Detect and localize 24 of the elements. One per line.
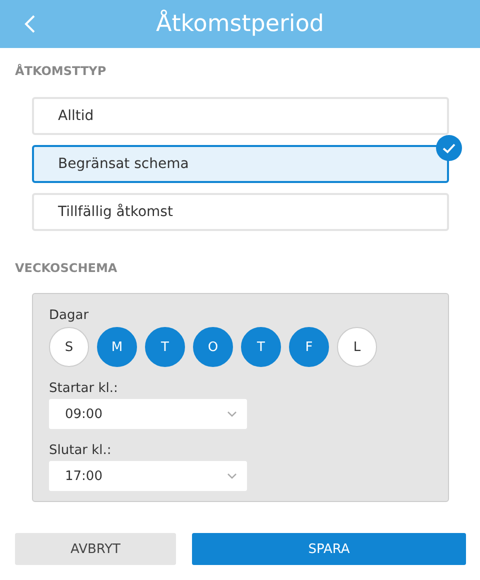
day-toggle[interactable]: T (241, 327, 281, 367)
day-toggle[interactable]: O (193, 327, 233, 367)
cancel-button[interactable]: AVBRYT (15, 533, 176, 565)
field-label: Startar kl.: (49, 381, 119, 396)
day-toggle[interactable]: T (145, 327, 185, 367)
day-toggle[interactable]: F (289, 327, 329, 367)
time-dropdown[interactable]: 17:00 (49, 461, 247, 491)
access-option[interactable]: Tillfällig åtkomst (32, 193, 449, 231)
chevron-down-icon (227, 473, 237, 479)
back-icon[interactable] (24, 14, 36, 34)
day-toggle[interactable]: S (49, 327, 89, 367)
section-heading: VECKOSCHEMA (14, 260, 118, 277)
day-toggle[interactable]: L (337, 327, 377, 367)
section-heading: ÅTKOMSTTYP (14, 62, 108, 80)
save-button[interactable]: SPARA (192, 533, 466, 565)
access-option[interactable]: Begränsat schema (32, 145, 449, 183)
page-title: Åtkomstperiod (156, 11, 324, 37)
access-option[interactable]: Alltid (32, 97, 449, 135)
day-toggle[interactable]: M (97, 327, 137, 367)
field-label: Slutar kl.: (49, 443, 112, 458)
field-label: Dagar (49, 308, 90, 323)
check-icon (436, 135, 462, 161)
chevron-down-icon (227, 411, 237, 417)
time-dropdown[interactable]: 09:00 (49, 399, 247, 429)
